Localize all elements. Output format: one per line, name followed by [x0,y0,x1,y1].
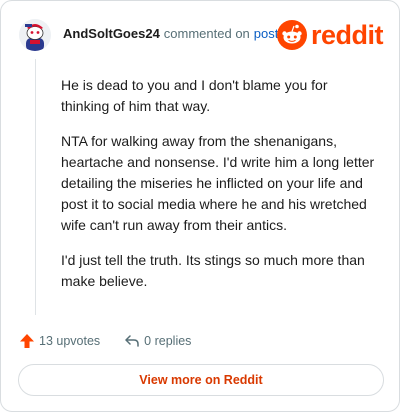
comment-actions: 13 upvotes 0 replies [19,331,191,351]
view-more-label: View more on Reddit [139,373,263,387]
user-avatar[interactable] [19,19,51,51]
commented-on-text: commented on [163,26,250,41]
post-link[interactable]: post [254,26,279,41]
reddit-snoo-icon [276,20,307,50]
reply-arrow-icon [125,335,139,347]
upvote-arrow-icon [20,334,34,348]
author-line: AndSoltGoes24 commented on post [63,26,278,41]
reddit-wordmark: reddit [310,19,384,50]
reddit-logo[interactable]: reddit [276,18,384,52]
reply-count: 0 replies [144,334,192,348]
comment-paragraph-2: NTA for walking away from the shenanigan… [61,133,375,233]
snoo-avatar-icon [19,19,51,51]
comment-paragraph-1: He is dead to you and I don't blame you … [61,77,328,114]
comment-embed-card: AndSoltGoes24 commented on post reddit He … [0,0,400,412]
thread-line [35,59,36,315]
replies-button[interactable]: 0 replies [124,333,191,349]
username[interactable]: AndSoltGoes24 [63,26,160,41]
upvote-count: 13 upvotes [39,334,101,348]
comment-body: He is dead to you and I don't blame you … [61,75,379,306]
comment-header: AndSoltGoes24 commented on post reddit [19,15,384,55]
comment-paragraph-3: I'd just tell the truth. Its stings so m… [61,252,365,289]
upvote-button[interactable]: 13 upvotes [19,333,100,349]
view-more-button[interactable]: View more on Reddit [18,364,384,396]
